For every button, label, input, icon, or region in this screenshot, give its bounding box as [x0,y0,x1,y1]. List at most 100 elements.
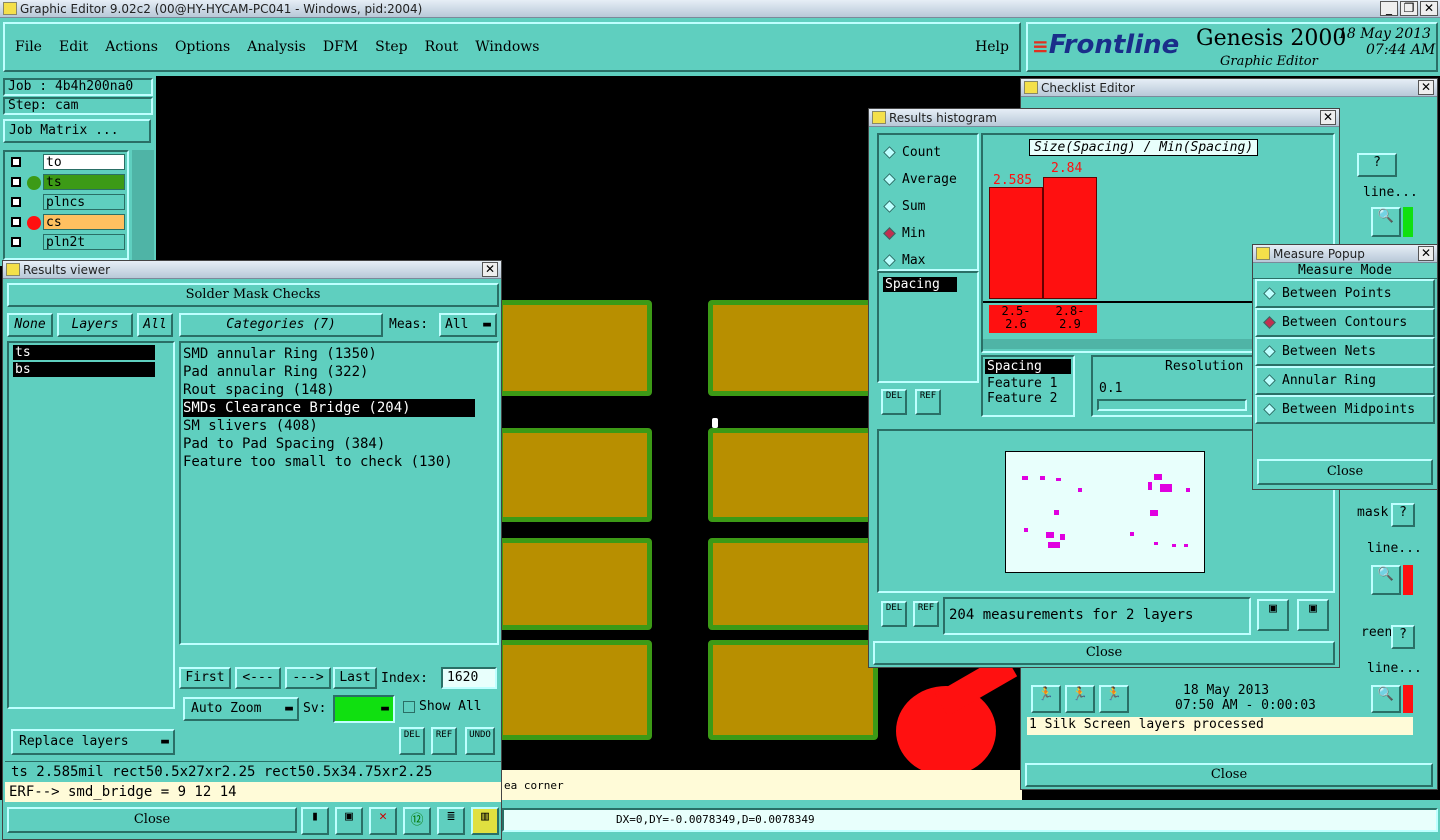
histogram-close-button[interactable]: Close [873,641,1335,665]
measure-mode-between-contours[interactable]: Between Contours [1255,308,1435,337]
undo-button[interactable]: UNDO [465,727,495,755]
pad[interactable] [708,538,878,630]
histogram-bar[interactable] [1043,177,1097,299]
ref-button[interactable]: REF [915,389,941,415]
toolbar-icon[interactable]: ▮ [301,807,329,835]
toolbar-icon[interactable]: ≣ [437,807,465,835]
restore-icon[interactable]: ❐ [1400,1,1418,16]
pad[interactable] [498,640,652,740]
measure-mode-between-nets[interactable]: Between Nets [1255,337,1435,366]
category-hscroll[interactable] [179,645,499,665]
del-button[interactable]: DEL [881,601,907,627]
help-button[interactable]: ? [1391,503,1415,527]
prev-button[interactable]: <--- [235,667,281,689]
measure-mode-between-points[interactable]: Between Points [1255,279,1435,308]
help-button[interactable]: ? [1391,625,1415,649]
mode-radio-average[interactable]: Average [883,166,971,193]
mode-radio-max[interactable]: Max [883,247,971,274]
zoom-icon[interactable]: 🔍 [1371,565,1401,595]
next-measure-icon[interactable]: ▣ [1297,599,1329,631]
ref-button[interactable]: REF [431,727,457,755]
pad[interactable] [498,538,652,630]
run-icon[interactable]: 🏃 [1031,685,1061,713]
run-icon[interactable]: 🏃 [1065,685,1095,713]
category-item[interactable]: Pad to Pad Spacing (384) [183,435,475,453]
menu-item-step[interactable]: Step [375,39,407,55]
mode-radio-min[interactable]: Min [883,220,971,247]
layer-checkbox[interactable] [11,237,21,247]
layer-checkbox[interactable] [11,177,21,187]
menu-item-actions[interactable]: Actions [105,39,158,55]
next-button[interactable]: ---> [285,667,331,689]
layer-row[interactable]: plncs [7,194,125,212]
mode-radio-count[interactable]: Count [883,139,971,166]
measurement-preview[interactable] [1005,451,1205,573]
toolbar-icon[interactable]: ▣ [335,807,363,835]
ref-button[interactable]: REF [913,601,939,627]
menu-item-file[interactable]: File [15,39,42,55]
menu-help[interactable]: Help [975,39,1009,55]
menu-item-rout[interactable]: Rout [425,39,459,55]
first-button[interactable]: First [179,667,231,689]
pad[interactable] [498,300,652,396]
close-icon[interactable]: ✕ [1420,1,1438,16]
minimize-icon[interactable]: _ [1380,1,1398,16]
job-matrix-button[interactable]: Job Matrix ... [3,119,151,143]
measure-mode-between-midpoints[interactable]: Between Midpoints [1255,395,1435,424]
help-button[interactable]: ? [1357,153,1397,177]
del-button[interactable]: DEL [399,727,425,755]
checklist-close-button[interactable]: Close [1025,763,1433,787]
none-button[interactable]: None [7,313,53,337]
category-item[interactable]: Rout spacing (148) [183,381,475,399]
index-input[interactable]: 1620 [441,667,497,689]
meas-dropdown[interactable]: All ▬ [439,313,497,337]
measure-close-button[interactable]: Close [1257,459,1433,485]
layer-checkbox[interactable] [11,217,21,227]
zoom-icon[interactable]: 🔍 [1371,685,1401,713]
replace-layers-dropdown[interactable]: Replace layers ▬ [11,729,175,755]
toolbar-icon[interactable]: ⑫ [403,807,431,835]
prev-measure-icon[interactable]: ▣ [1257,599,1289,631]
categories-header[interactable]: Categories (7) [179,313,383,337]
result-layer-item[interactable]: bs [13,362,155,377]
category-item[interactable]: SM slivers (408) [183,417,475,435]
results-close-button[interactable]: Close [7,807,297,833]
pad[interactable] [498,428,652,522]
pad[interactable] [708,640,878,740]
field-item[interactable]: Spacing [985,359,1071,374]
resolution-slider[interactable] [1097,399,1247,411]
run-icon[interactable]: 🏃 [1099,685,1129,713]
layer-checkbox[interactable] [11,157,21,167]
field-item[interactable]: Feature 1 [983,376,1073,391]
category-item[interactable]: Pad annular Ring (322) [183,363,475,381]
zoom-icon[interactable]: 🔍 [1371,207,1401,237]
checks-header[interactable]: Solder Mask Checks [7,283,499,307]
close-icon[interactable]: ✕ [482,262,498,277]
layer-row[interactable]: to [7,154,125,172]
layer-scroll[interactable] [132,150,154,260]
category-item[interactable]: SMD annular Ring (1350) [183,345,475,363]
toolbar-icon[interactable]: ✕ [369,807,397,835]
close-icon[interactable]: ✕ [1418,246,1434,261]
last-button[interactable]: Last [333,667,377,689]
layer-row[interactable]: pln2t [7,234,125,252]
field-item[interactable]: Feature 2 [983,391,1073,406]
layers-header[interactable]: Layers [57,313,133,337]
measure-mode-annular-ring[interactable]: Annular Ring [1255,366,1435,395]
category-item[interactable]: Feature too small to check (130) [183,453,475,471]
layer-row[interactable]: cs [7,214,125,232]
layer-checkbox[interactable] [11,197,21,207]
category-item[interactable]: SMDs Clearance Bridge (204) [183,399,475,417]
result-layer-item[interactable]: ts [13,345,155,360]
mode-radio-sum[interactable]: Sum [883,193,971,220]
pad[interactable] [708,428,878,522]
hist-list-item[interactable]: Spacing [883,277,957,292]
close-icon[interactable]: ✕ [1418,80,1434,95]
all-button[interactable]: All [137,313,173,337]
pad[interactable] [708,300,878,396]
del-button[interactable]: DEL [881,389,907,415]
menu-item-analysis[interactable]: Analysis [247,39,306,55]
show-all-checkbox[interactable] [403,701,415,713]
layer-row[interactable]: ts [7,174,125,192]
chart-icon[interactable]: ▥ [471,807,499,835]
